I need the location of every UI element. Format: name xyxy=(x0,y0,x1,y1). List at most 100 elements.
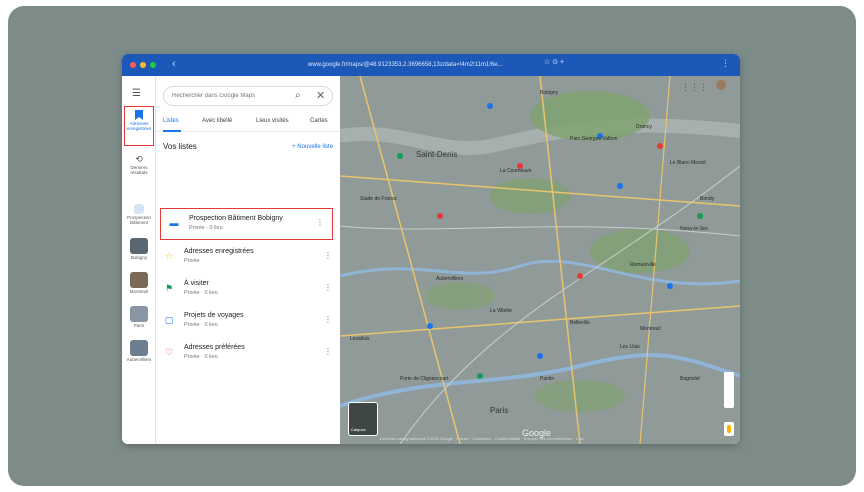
rail-recents-button[interactable]: ⟲ Derniers résultats xyxy=(122,154,156,175)
history-icon: ⟲ xyxy=(135,154,143,164)
layers-label: Calques xyxy=(351,427,366,432)
map-label: Montreuil xyxy=(640,326,661,332)
close-icon[interactable]: ✕ xyxy=(316,89,325,102)
map-label: Bagnolet xyxy=(680,376,700,382)
flag-icon: ▬ xyxy=(169,218,179,228)
map-label: Noisy-le-Sec xyxy=(680,226,709,232)
url-bar[interactable]: www.google.fr/maps/@48.9123353,2.3696658… xyxy=(308,59,544,71)
account-avatar[interactable] xyxy=(716,80,726,90)
lists-heading: Vos listes xyxy=(163,142,197,151)
tab-lists[interactable]: Listes xyxy=(163,118,179,124)
place-thumbnail xyxy=(130,306,148,322)
rail-item-label: Montreuil xyxy=(129,289,149,294)
bookmark-icon xyxy=(135,110,143,120)
browser-menu-icon[interactable]: ⋮ xyxy=(721,58,730,69)
map-label: Levallois xyxy=(350,336,370,342)
list-item[interactable]: ▢ Projets de voyages Privée · 0 lieu ⋮ xyxy=(156,306,340,338)
map-canvas[interactable]: Saint-Denis La Courneuve Drancy Bobigny … xyxy=(340,76,740,444)
rail-item-label: Aubervilliers xyxy=(126,357,152,362)
list-name: Adresses enregistrées xyxy=(184,248,254,255)
rail-saved-label: Adresses enregistrées xyxy=(126,121,152,131)
list-privacy: Privée · 0 lieu xyxy=(184,290,218,296)
list-privacy: Privée · 0 lieu xyxy=(189,225,223,231)
browser-toolbar: ‹ www.google.fr/maps/@48.9123353,2.36966… xyxy=(122,54,740,76)
more-options-icon[interactable]: ⋮ xyxy=(324,283,332,292)
map-label: Stade de France xyxy=(360,196,397,202)
map-label: La Courneuve xyxy=(500,168,532,174)
list-name: Adresses préférées xyxy=(184,344,245,351)
active-tab-indicator xyxy=(163,130,181,132)
more-options-icon[interactable]: ⋮ xyxy=(316,218,324,227)
list-name: Prospection Bâtiment Bobigny xyxy=(189,215,283,222)
place-thumbnail xyxy=(130,272,148,288)
rail-recents-label: Derniers résultats xyxy=(130,165,148,175)
map-label: Pantin xyxy=(540,376,555,382)
list-item[interactable]: ☆ Adresses enregistrées Privée ⋮ xyxy=(156,242,340,274)
more-options-icon[interactable]: ⋮ xyxy=(324,315,332,324)
zoom-controls[interactable] xyxy=(724,372,734,408)
list-name: Projets de voyages xyxy=(184,312,244,319)
map-label: Aubervilliers xyxy=(436,276,464,282)
flag-icon: ⚑ xyxy=(164,283,174,293)
list-privacy: Privée · 0 lieu xyxy=(184,322,218,328)
map-label: Bondy xyxy=(700,196,715,202)
rail-saved-button[interactable]: Adresses enregistrées xyxy=(124,106,154,146)
search-box: ⌕ ✕ xyxy=(163,86,333,106)
browser-window: ‹ www.google.fr/maps/@48.9123353,2.36966… xyxy=(122,54,740,444)
search-icon[interactable]: ⌕ xyxy=(295,90,301,101)
rail-item-label: Paris xyxy=(133,323,145,328)
new-list-button[interactable]: + Nouvelle liste xyxy=(292,144,333,150)
list-item[interactable]: ▬ Prospection Bâtiment Bobigny Privée · 0 … xyxy=(160,208,333,240)
suitcase-icon: ▢ xyxy=(164,315,174,325)
rail-recent-item[interactable]: Bobigny xyxy=(122,238,156,260)
tab-maps[interactable]: Cartes xyxy=(310,118,328,124)
map-label: Drancy xyxy=(636,124,652,130)
list-name: À visiter xyxy=(184,280,209,287)
map-footer: Données cartographiques ©2024 Google · F… xyxy=(380,436,585,441)
map-label: Romainville xyxy=(630,262,656,268)
list-thumbnail-icon xyxy=(134,204,144,214)
saved-tabs: Listes Avec libellé Lieux visités Cartes xyxy=(156,114,340,132)
map-label: Parc Georges Valbon xyxy=(570,136,618,142)
map-label: Les Lilas xyxy=(620,344,640,350)
back-arrow-icon[interactable]: ‹ xyxy=(172,58,176,70)
map-label: La Villette xyxy=(490,308,512,314)
layers-button[interactable]: Calques xyxy=(348,402,378,436)
map-label: Le Blanc-Mesnil xyxy=(670,160,706,166)
place-thumbnail xyxy=(130,340,148,356)
map-label: Saint-Denis xyxy=(416,150,458,159)
list-privacy: Privée · 0 lieu xyxy=(184,354,218,360)
map-label: Belleville xyxy=(570,320,590,326)
street-view-button[interactable] xyxy=(724,422,734,436)
pegman-icon xyxy=(727,425,731,433)
list-item[interactable]: ♡ Adresses préférées Privée · 0 lieu ⋮ xyxy=(156,338,340,370)
rail-item-label: Prospection Bâtiment xyxy=(127,215,151,225)
rail-recent-item[interactable]: Paris xyxy=(122,306,156,328)
rail-recent-item[interactable]: Prospection Bâtiment xyxy=(122,204,156,225)
list-item[interactable]: ⚑ À visiter Privée · 0 lieu ⋮ xyxy=(156,274,340,306)
maximize-window-button[interactable] xyxy=(150,62,156,68)
map-label: Paris xyxy=(490,406,509,415)
url-action-icons[interactable]: ☆ ⊙ + xyxy=(544,58,564,66)
place-thumbnail xyxy=(130,238,148,254)
saved-lists-panel: ⌕ ✕ Listes Avec libellé Lieux visités Ca… xyxy=(156,76,340,444)
list-privacy: Privée xyxy=(184,258,200,264)
map-graphics xyxy=(340,76,740,444)
hamburger-menu-icon[interactable]: ☰ xyxy=(132,88,141,99)
close-window-button[interactable] xyxy=(130,62,136,68)
star-icon: ☆ xyxy=(164,251,174,261)
heart-icon: ♡ xyxy=(164,347,174,357)
rail-recent-item[interactable]: Aubervilliers xyxy=(122,340,156,362)
tab-visited[interactable]: Lieux visités xyxy=(256,118,289,124)
rail-item-label: Bobigny xyxy=(130,255,148,260)
more-options-icon[interactable]: ⋮ xyxy=(324,347,332,356)
more-options-icon[interactable]: ⋮ xyxy=(324,251,332,260)
left-rail: ☰ Adresses enregistrées ⟲ Derniers résul… xyxy=(122,76,156,444)
map-label: Porte de Clignancourt xyxy=(400,376,449,382)
google-apps-icon[interactable]: ⋮⋮⋮ xyxy=(681,82,708,93)
rail-recent-item[interactable]: Montreuil xyxy=(122,272,156,294)
search-input[interactable] xyxy=(172,87,282,105)
minimize-window-button[interactable] xyxy=(140,62,146,68)
tab-labeled[interactable]: Avec libellé xyxy=(202,118,232,124)
map-label: Bobigny xyxy=(540,90,559,96)
